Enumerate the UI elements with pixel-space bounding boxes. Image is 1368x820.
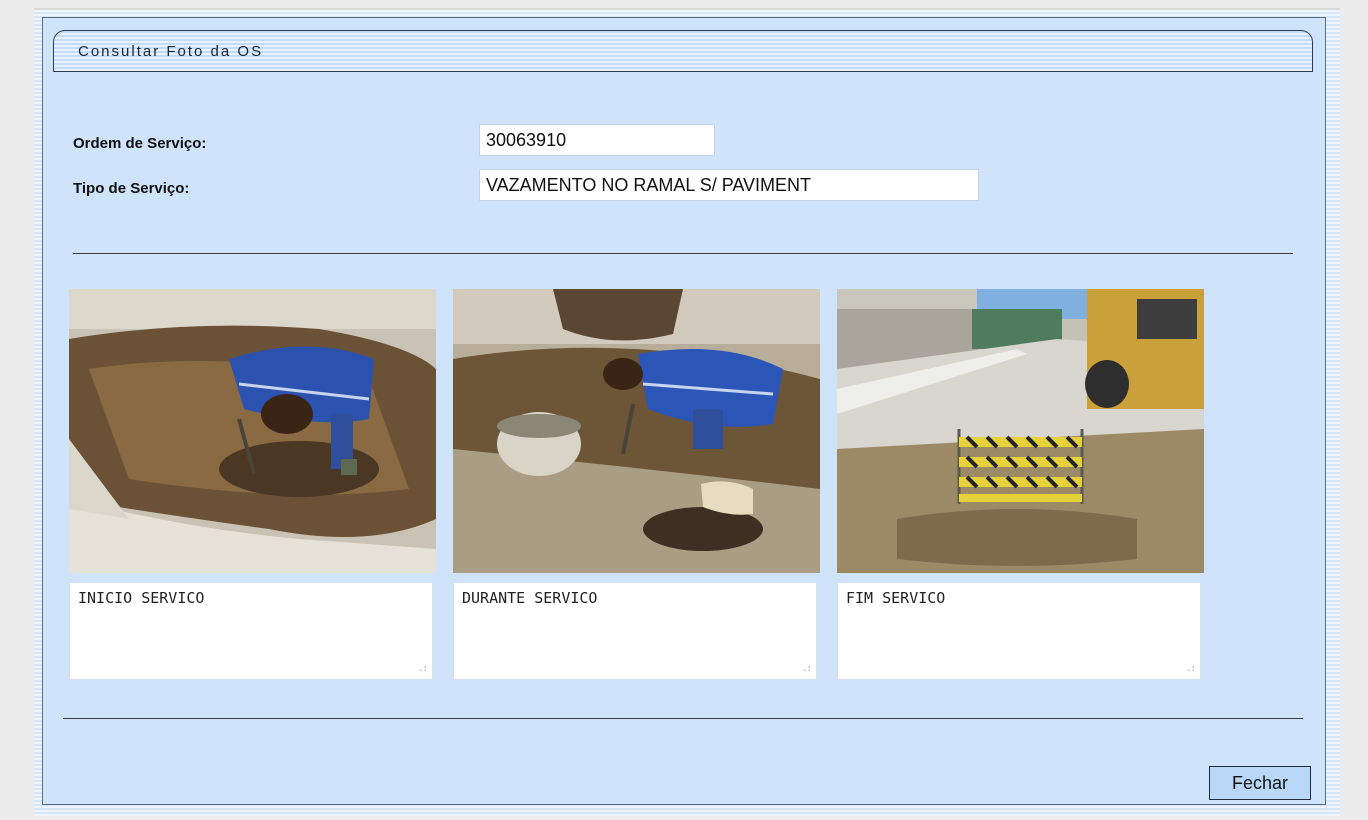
page-frame: Consultar Foto da OS Ordem de Serviço: 3… xyxy=(34,8,1340,816)
caption-inicio-servico[interactable]: INICIO SERVICO .: xyxy=(69,582,433,680)
photo-fim-servico[interactable] xyxy=(837,289,1204,573)
section-divider-bottom xyxy=(63,718,1303,719)
ordem-servico-field[interactable]: 30063910 xyxy=(479,124,715,156)
top-divider xyxy=(34,8,1340,10)
caption-durante-text: DURANTE SERVICO xyxy=(462,589,598,607)
caption-durante-servico[interactable]: DURANTE SERVICO .: xyxy=(453,582,817,680)
resize-grip-icon[interactable]: .: xyxy=(1186,665,1196,674)
photo-inicio-servico[interactable] xyxy=(69,289,436,573)
caption-fim-text: FIM SERVICO xyxy=(846,589,946,607)
section-divider-top xyxy=(73,253,1293,254)
photo-durante-servico[interactable] xyxy=(453,289,820,573)
resize-grip-icon[interactable]: .: xyxy=(802,665,812,674)
ordem-servico-label: Ordem de Serviço: xyxy=(73,135,207,152)
close-button[interactable]: Fechar xyxy=(1209,766,1311,800)
page-title: Consultar Foto da OS xyxy=(78,43,264,60)
resize-grip-icon[interactable]: .: xyxy=(418,665,428,674)
caption-inicio-text: INICIO SERVICO xyxy=(78,589,205,607)
tipo-servico-label: Tipo de Serviço: xyxy=(73,180,190,197)
panel-title-bar: Consultar Foto da OS xyxy=(53,30,1313,72)
caption-fim-servico[interactable]: FIM SERVICO .: xyxy=(837,582,1201,680)
main-panel: Consultar Foto da OS Ordem de Serviço: 3… xyxy=(42,17,1326,805)
tipo-servico-field[interactable]: VAZAMENTO NO RAMAL S/ PAVIMENT xyxy=(479,169,979,201)
